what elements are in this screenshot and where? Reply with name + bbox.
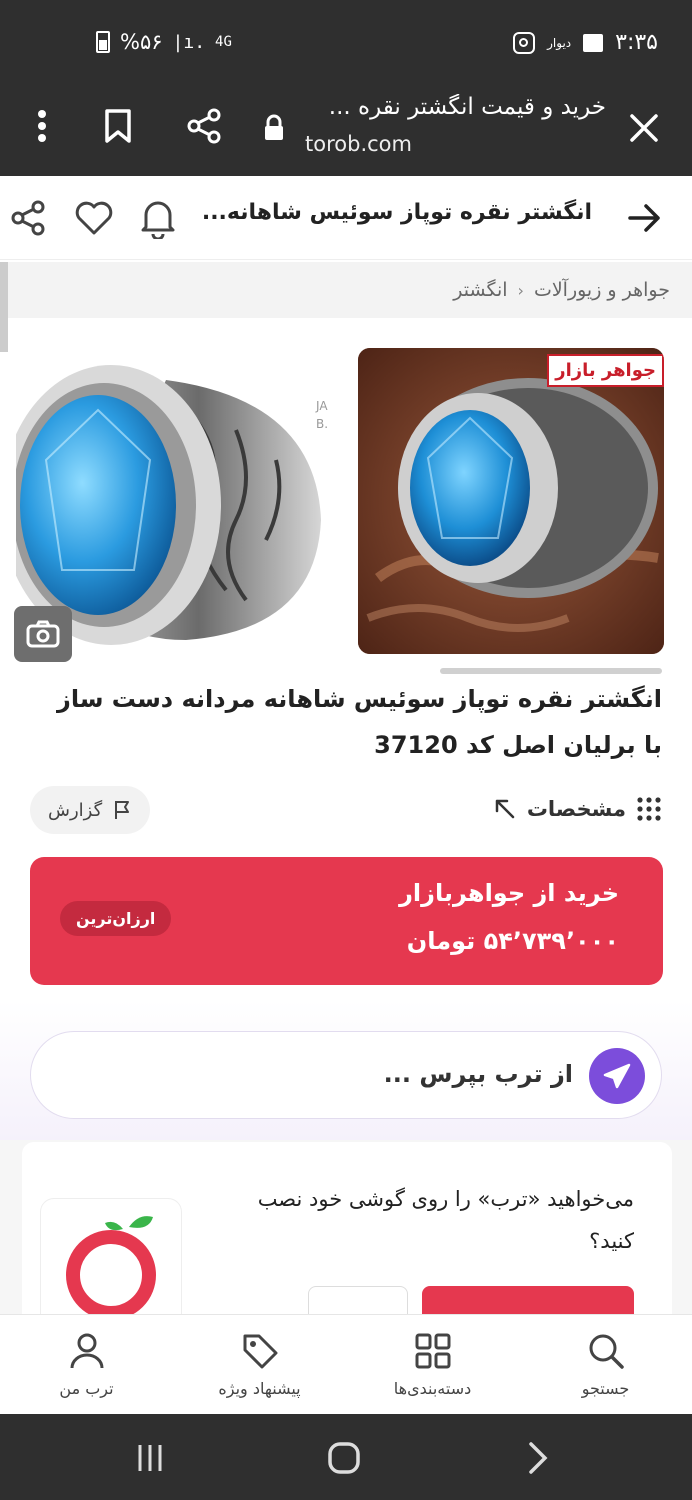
shop-badge: جواهر بازار	[547, 354, 664, 387]
dots-grid-icon	[637, 797, 661, 821]
buy-card[interactable]: خرید از جواهربازار ۵۴٬۷۳۹٬۰۰۰ تومان ارزا…	[30, 857, 663, 985]
send-button[interactable]	[589, 1048, 645, 1104]
share-icon	[187, 108, 221, 144]
more-options-button[interactable]	[20, 104, 64, 148]
arrow-up-left-icon	[495, 799, 515, 819]
heart-icon	[75, 201, 113, 235]
battery-level: %۵۶	[120, 30, 163, 54]
tag-icon	[240, 1331, 280, 1371]
browser-toolbar: خرید و قیمت انگشتر نقره ... torob.com	[0, 80, 692, 176]
product-title: انگشتر نقره توپاز سوئیس شاهانه مردانه دس…	[22, 676, 662, 768]
signal-icon: |ı.	[172, 31, 206, 53]
battery-icon	[96, 31, 110, 53]
recent-apps-icon	[138, 1445, 162, 1471]
torob-logo	[40, 1198, 182, 1328]
product-title-line2: با برلیان اصل کد 37120	[374, 731, 662, 759]
nav-categories[interactable]: دسته‌بندی‌ها	[346, 1315, 519, 1414]
lock-icon	[252, 106, 296, 150]
grid-icon	[413, 1331, 453, 1371]
gallery-notification-icon	[583, 33, 604, 52]
report-button[interactable]: گزارش	[30, 786, 151, 834]
gallery-scroll-indicator	[440, 668, 662, 674]
favorite-button[interactable]	[72, 196, 116, 240]
breadcrumb: جواهر و زیورآلات ‹ انگشتر	[8, 262, 692, 318]
back-button[interactable]	[622, 196, 666, 240]
home-icon	[328, 1442, 360, 1474]
share-button[interactable]	[182, 104, 226, 148]
cheapest-badge: ارزان‌ترین	[60, 901, 172, 936]
flag-icon	[115, 801, 130, 819]
recent-apps-button[interactable]	[128, 1436, 172, 1480]
page-share-button[interactable]	[6, 196, 50, 240]
home-button[interactable]	[322, 1436, 366, 1480]
instagram-icon	[513, 31, 536, 54]
bell-icon	[141, 201, 175, 239]
camera-icon	[26, 620, 60, 648]
bookmark-button[interactable]	[96, 104, 140, 148]
more-vertical-icon	[38, 110, 46, 142]
report-label: گزارش	[48, 799, 103, 821]
install-app-text: می‌خواهید «ترب» را روی گوشی خود نصب کنید…	[257, 1187, 634, 1253]
browser-page-title: خرید و قیمت انگشتر نقره ...	[328, 94, 606, 120]
clock: ۳:۳۵	[615, 30, 658, 55]
product-gallery[interactable]: جواهر بازار JA B.	[0, 320, 692, 680]
user-icon	[67, 1331, 107, 1371]
nav-search-label: جستجو	[581, 1379, 630, 1398]
svg-text:JA: JA	[315, 399, 328, 413]
buy-price: ۵۴٬۷۳۹٬۰۰۰ تومان	[406, 927, 619, 955]
breadcrumb-item-ring[interactable]: انگشتر	[453, 279, 507, 301]
ring-photo	[358, 348, 664, 654]
product-title-line1: انگشتر نقره توپاز سوئیس شاهانه مردانه دس…	[57, 685, 662, 713]
ask-torob-input[interactable]: از ترب بپرس ...	[30, 1031, 662, 1119]
status-left: %۵۶ |ı. 4G	[96, 30, 232, 54]
specs-link[interactable]: مشخصات	[493, 784, 662, 834]
browser-url[interactable]: torob.com	[305, 132, 412, 156]
send-icon	[603, 1063, 631, 1089]
nav-special-offer[interactable]: پیشنهاد ویژه	[173, 1315, 346, 1414]
svg-text:B.: B.	[316, 417, 328, 431]
nav-special-offer-label: پیشنهاد ویژه	[218, 1379, 301, 1398]
breadcrumb-item-jewelry[interactable]: جواهر و زیورآلات	[534, 279, 670, 301]
chevron-left-icon: ‹	[517, 280, 524, 300]
notify-button[interactable]	[136, 196, 180, 240]
product-image-main[interactable]: جواهر بازار	[358, 348, 664, 654]
system-nav-bar	[0, 1414, 692, 1500]
system-back-button[interactable]	[516, 1436, 560, 1480]
nav-profile-label: ترب من	[59, 1379, 114, 1398]
page-header: انگشتر نقره توپاز سوئیس شاهانه...	[0, 176, 692, 260]
torob-logo-icon	[66, 1216, 156, 1320]
nav-search[interactable]: جستجو	[519, 1315, 692, 1414]
nav-categories-label: دسته‌بندی‌ها	[393, 1379, 472, 1398]
search-icon	[586, 1331, 626, 1371]
bookmark-icon	[105, 109, 131, 143]
page-title: انگشتر نقره توپاز سوئیس شاهانه...	[201, 200, 592, 225]
image-search-button[interactable]	[14, 606, 72, 662]
chevron-right-icon	[529, 1442, 548, 1474]
buy-shop-name: خرید از جواهربازار	[399, 879, 619, 907]
close-icon	[630, 114, 658, 142]
divar-app-label: دیوار	[547, 35, 572, 50]
status-right: دیوار ۳:۳۵	[513, 30, 658, 55]
bottom-nav: جستجو دسته‌بندی‌ها پیشنهاد ویژه ترب من	[0, 1314, 692, 1414]
arrow-right-icon	[628, 204, 660, 232]
specs-label: مشخصات	[526, 797, 626, 821]
network-type: 4G	[215, 34, 232, 50]
status-bar: %۵۶ |ı. 4G دیوار ۳:۳۵	[0, 0, 692, 80]
nav-profile[interactable]: ترب من	[0, 1315, 173, 1414]
share-icon	[11, 200, 45, 236]
ask-placeholder: از ترب بپرس ...	[383, 1060, 573, 1088]
close-tab-button[interactable]	[624, 108, 664, 148]
